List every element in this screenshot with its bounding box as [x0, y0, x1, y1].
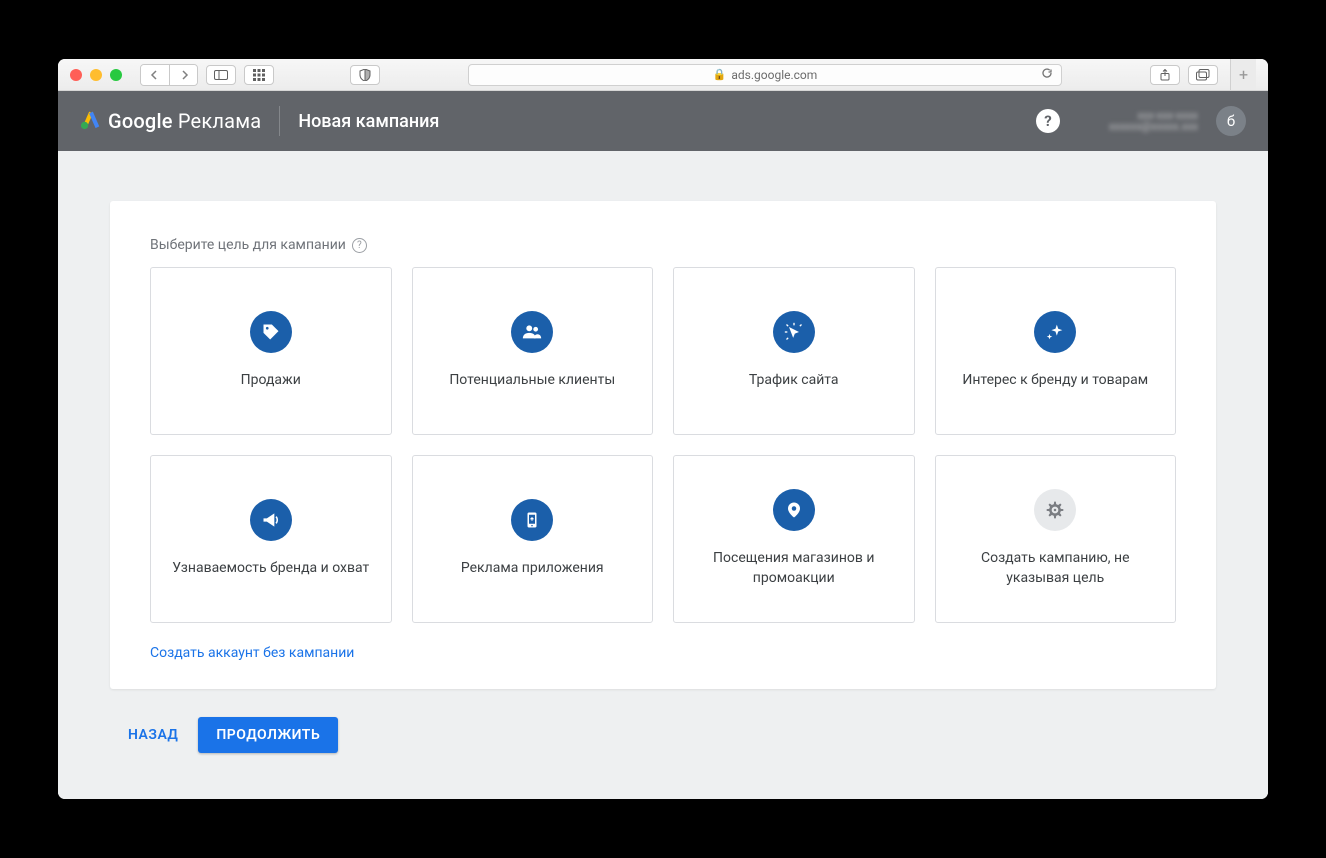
back-button[interactable]: НАЗАД — [122, 719, 184, 751]
section-title: Выберите цель для кампании ? — [150, 237, 1176, 253]
goal-card-tag[interactable]: Продажи — [150, 267, 392, 435]
reload-icon[interactable] — [1041, 67, 1053, 82]
goal-label: Продажи — [241, 371, 301, 391]
megaphone-icon — [250, 499, 292, 541]
account-avatar[interactable]: б — [1216, 106, 1246, 136]
app-frame: Google Реклама Новая кампания ? ххх-ххх-… — [58, 91, 1268, 799]
goal-card-gear[interactable]: Создать кампанию, не указывая цель — [935, 455, 1177, 623]
phone-icon — [511, 499, 553, 541]
info-icon[interactable]: ? — [352, 238, 367, 253]
goal-label: Реклама приложения — [461, 559, 604, 579]
goal-card-megaphone[interactable]: Узнаваемость бренда и охват — [150, 455, 392, 623]
content-area: Выберите цель для кампании ? Продажи Поте… — [58, 151, 1268, 799]
browser-window: 🔒 ads.google.com + Google Реклама Новая … — [58, 59, 1268, 799]
app-header: Google Реклама Новая кампания ? ххх-ххх-… — [58, 91, 1268, 151]
help-button[interactable]: ? — [1036, 109, 1060, 133]
goal-label: Интерес к бренду и товарам — [962, 371, 1148, 391]
back-button[interactable] — [141, 65, 169, 85]
goal-label: Узнаваемость бренда и охват — [172, 559, 369, 579]
buttons-row: НАЗАД ПРОДОЛЖИТЬ — [110, 717, 1216, 753]
sparkle-icon — [1034, 311, 1076, 353]
sidebar-toggle-button[interactable] — [206, 65, 236, 85]
goals-grid: Продажи Потенциальные клиенты Трафик сайта… — [150, 267, 1176, 623]
header-right: ? ххх-ххх-хххх хххххх@ххххх.ххх б — [1036, 106, 1246, 136]
shield-button[interactable] — [350, 65, 380, 85]
new-tab-button[interactable]: + — [1230, 59, 1256, 90]
share-button[interactable] — [1150, 65, 1180, 85]
page-title: Новая кампания — [298, 111, 439, 132]
click-icon — [773, 311, 815, 353]
window-controls — [70, 69, 122, 81]
ads-logo-icon — [80, 108, 102, 134]
goal-card-sparkle[interactable]: Интерес к бренду и товарам — [935, 267, 1177, 435]
goal-label: Создать кампанию, не указывая цель — [952, 549, 1160, 588]
url-text: ads.google.com — [731, 68, 817, 82]
goal-label: Посещения магазинов и промоакции — [690, 549, 898, 588]
tag-icon — [250, 311, 292, 353]
close-window-button[interactable] — [70, 69, 82, 81]
goal-card-people[interactable]: Потенциальные клиенты — [412, 267, 654, 435]
google-ads-logo[interactable]: Google Реклама — [80, 108, 261, 134]
toolbar-right — [1150, 65, 1218, 85]
goal-label: Трафик сайта — [749, 371, 839, 391]
zoom-window-button[interactable] — [110, 69, 122, 81]
forward-button[interactable] — [169, 65, 197, 85]
account-info-obscured[interactable]: ххх-ххх-хххх хххххх@ххххх.ххх — [1078, 110, 1198, 132]
create-account-without-campaign-link[interactable]: Создать аккаунт без кампании — [150, 645, 1176, 661]
pin-icon — [773, 489, 815, 531]
header-divider — [279, 106, 280, 136]
goal-card-click[interactable]: Трафик сайта — [673, 267, 915, 435]
tabs-button[interactable] — [1188, 65, 1218, 85]
lock-icon: 🔒 — [713, 68, 727, 81]
minimize-window-button[interactable] — [90, 69, 102, 81]
people-icon — [511, 311, 553, 353]
goal-card-phone[interactable]: Реклама приложения — [412, 455, 654, 623]
goal-label: Потенциальные клиенты — [449, 371, 615, 391]
ads-logo-text: Google Реклама — [108, 109, 261, 133]
topsites-button[interactable] — [244, 65, 274, 85]
goal-card-pin[interactable]: Посещения магазинов и промоакции — [673, 455, 915, 623]
continue-button[interactable]: ПРОДОЛЖИТЬ — [198, 717, 338, 753]
browser-toolbar: 🔒 ads.google.com + — [58, 59, 1268, 91]
section-title-text: Выберите цель для кампании — [150, 237, 346, 253]
nav-back-forward-group — [140, 64, 198, 86]
campaign-goal-card: Выберите цель для кампании ? Продажи Поте… — [110, 201, 1216, 689]
address-bar[interactable]: 🔒 ads.google.com — [468, 64, 1062, 86]
gear-icon — [1034, 489, 1076, 531]
